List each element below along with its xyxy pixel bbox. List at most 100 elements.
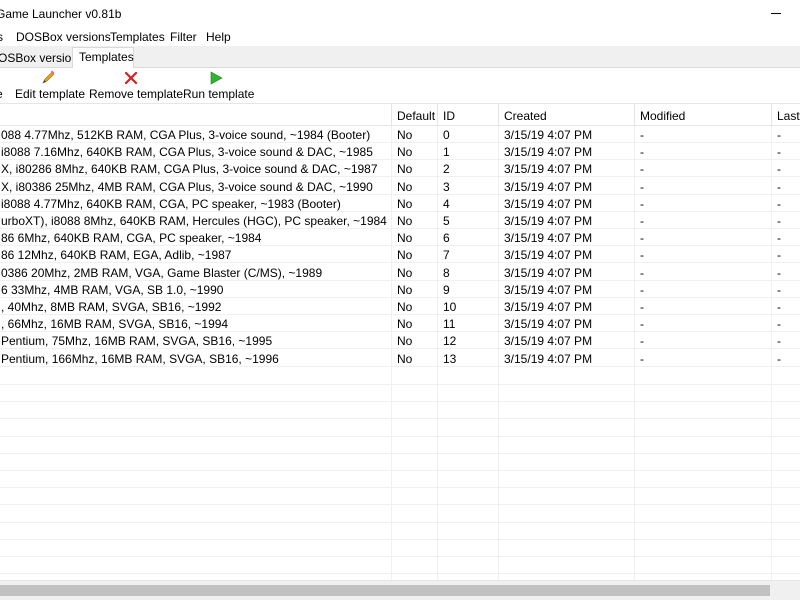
tab-templates[interactable]: Templates <box>72 47 134 69</box>
cell-id: 6 <box>443 231 450 246</box>
cell-created: 3/15/19 4:07 PM <box>504 300 593 314</box>
cell-created: 3/15/19 4:07 PM <box>504 179 593 194</box>
empty-row-line <box>0 556 800 557</box>
cell-id: 11 <box>443 317 456 332</box>
empty-row-line <box>0 573 800 574</box>
table-row[interactable]: 86 12Mhz, 640KB RAM, EGA, Adlib, ~1987 No… <box>0 246 800 264</box>
table-row[interactable]: urboXT), i8088 8Mhz, 640KB RAM, Hercules… <box>0 212 800 229</box>
column-divider <box>498 126 499 580</box>
cell-last: - <box>777 300 781 314</box>
cell-default: No <box>397 351 413 366</box>
edit-template-label: Edit template <box>15 87 86 101</box>
cell-modified: - <box>640 214 644 228</box>
red-x-icon <box>123 70 139 86</box>
column-divider <box>634 126 635 580</box>
table-row[interactable]: i8088 4.77Mhz, 640KB RAM, CGA, PC speake… <box>0 195 800 212</box>
cell-name: 088 4.77Mhz, 512KB RAM, CGA Plus, 3-voic… <box>1 128 371 142</box>
cell-name: i8088 4.77Mhz, 640KB RAM, CGA, PC speake… <box>1 196 341 211</box>
title-bar: Game Launcher v0.81b <box>0 0 800 28</box>
play-icon <box>208 70 224 86</box>
table-row[interactable]: , 66Mhz, 16MB RAM, SVGA, SB16, ~1994 No 11… <box>0 315 800 333</box>
menu-dosbox-versions[interactable]: DOSBox versions <box>16 30 111 44</box>
cell-modified: - <box>640 265 644 280</box>
cell-created: 3/15/19 4:07 PM <box>504 334 593 349</box>
column-divider <box>771 126 772 580</box>
cell-default: No <box>397 231 413 246</box>
table-row[interactable]: Pentium, 166Mhz, 16MB RAM, SVGA, SB16, ~… <box>0 350 800 367</box>
cell-modified: - <box>640 231 644 246</box>
cell-id: 10 <box>443 300 457 314</box>
table-row[interactable]: , 40Mhz, 8MB RAM, SVGA, SB16, ~1992 No 10 3… <box>0 298 800 315</box>
edit-template-button[interactable]: Edit template <box>15 68 85 102</box>
minimize-button[interactable] <box>754 0 800 28</box>
cell-id: 3 <box>443 179 450 194</box>
cell-name: X, i80386 25Mhz, 4MB RAM, CGA Plus, 3-vo… <box>1 179 373 194</box>
cell-last: - <box>777 162 781 177</box>
cell-modified: - <box>640 317 644 332</box>
cell-default: No <box>397 248 413 263</box>
cell-id: 5 <box>443 214 450 228</box>
cell-last: - <box>777 334 781 349</box>
cell-id: 0 <box>443 128 450 142</box>
cell-created: 3/15/19 4:07 PM <box>504 248 593 263</box>
table-row[interactable]: Pentium, 75Mhz, 16MB RAM, SVGA, SB16, ~1… <box>0 332 800 350</box>
run-template-button[interactable]: Run template <box>183 68 254 102</box>
table-row[interactable]: X, i80286 8Mhz, 640KB RAM, CGA Plus, 3-v… <box>0 160 800 178</box>
cell-created: 3/15/19 4:07 PM <box>504 128 593 142</box>
column-header-default[interactable]: Default <box>392 104 438 126</box>
column-header-name[interactable] <box>0 104 392 126</box>
menu-templates[interactable]: Templates <box>110 30 165 44</box>
cell-name: , 40Mhz, 8MB RAM, SVGA, SB16, ~1992 <box>1 300 222 314</box>
cell-id: 2 <box>443 162 450 177</box>
cell-created: 3/15/19 4:07 PM <box>504 317 593 332</box>
cell-default: No <box>397 145 413 160</box>
cell-id: 1 <box>443 145 450 160</box>
cell-name: 6 33Mhz, 4MB RAM, VGA, SB 1.0, ~1990 <box>1 282 224 297</box>
toolbar-partial-button[interactable]: e <box>0 68 6 102</box>
table-row[interactable]: 6 33Mhz, 4MB RAM, VGA, SB 1.0, ~1990 No 9 3… <box>0 281 800 298</box>
column-header-id[interactable]: ID <box>438 104 499 126</box>
table-row[interactable]: 0386 20Mhz, 2MB RAM, VGA, Game Blaster (… <box>0 264 800 281</box>
run-template-label: Run template <box>183 87 255 101</box>
empty-row-line <box>0 436 800 437</box>
cell-last: - <box>777 248 781 263</box>
cell-modified: - <box>640 179 644 194</box>
cell-name: X, i80286 8Mhz, 640KB RAM, CGA Plus, 3-v… <box>1 162 378 177</box>
cell-name: Pentium, 166Mhz, 16MB RAM, SVGA, SB16, ~… <box>1 351 279 366</box>
column-header-created[interactable]: Created <box>499 104 635 126</box>
remove-template-button[interactable]: Remove template <box>89 68 183 102</box>
menu-first[interactable]: s <box>0 30 3 44</box>
horizontal-scrollbar[interactable] <box>0 580 800 600</box>
templates-table[interactable]: Default ID Created Modified Last s 088 4… <box>0 104 800 580</box>
table-header: Default ID Created Modified Last s <box>0 104 800 126</box>
table-row[interactable]: X, i80386 25Mhz, 4MB RAM, CGA Plus, 3-vo… <box>0 178 800 195</box>
column-header-last[interactable]: Last s <box>772 104 800 126</box>
cell-name: i8088 7.16Mhz, 640KB RAM, CGA Plus, 3-vo… <box>1 145 373 160</box>
table-row[interactable]: i8088 7.16Mhz, 640KB RAM, CGA Plus, 3-vo… <box>0 143 800 161</box>
table-row[interactable]: 86 6Mhz, 640KB RAM, CGA, PC speaker, ~19… <box>0 229 800 247</box>
cell-modified: - <box>640 248 644 263</box>
cell-last: - <box>777 282 781 297</box>
cell-id: 8 <box>443 265 450 280</box>
cell-modified: - <box>640 128 644 142</box>
tab-dosbox-versions[interactable]: OSBox versions <box>0 49 84 68</box>
empty-row-line <box>0 522 800 523</box>
cell-created: 3/15/19 4:07 PM <box>504 214 593 228</box>
empty-row-line <box>0 401 800 402</box>
cell-default: No <box>397 300 413 314</box>
window-title: Game Launcher v0.81b <box>0 7 122 21</box>
cell-modified: - <box>640 300 644 314</box>
menu-filter[interactable]: Filter <box>170 30 197 44</box>
cell-last: - <box>777 196 781 211</box>
cell-default: No <box>397 317 413 332</box>
cell-created: 3/15/19 4:07 PM <box>504 162 593 177</box>
menu-help[interactable]: Help <box>206 30 231 44</box>
scrollbar-thumb[interactable] <box>0 585 770 596</box>
table-row[interactable]: 088 4.77Mhz, 512KB RAM, CGA Plus, 3-voic… <box>0 126 800 143</box>
cell-id: 4 <box>443 196 450 211</box>
cell-modified: - <box>640 282 644 297</box>
cell-last: - <box>777 317 781 332</box>
cell-modified: - <box>640 334 644 349</box>
column-header-modified[interactable]: Modified <box>635 104 772 126</box>
cell-created: 3/15/19 4:07 PM <box>504 265 593 280</box>
